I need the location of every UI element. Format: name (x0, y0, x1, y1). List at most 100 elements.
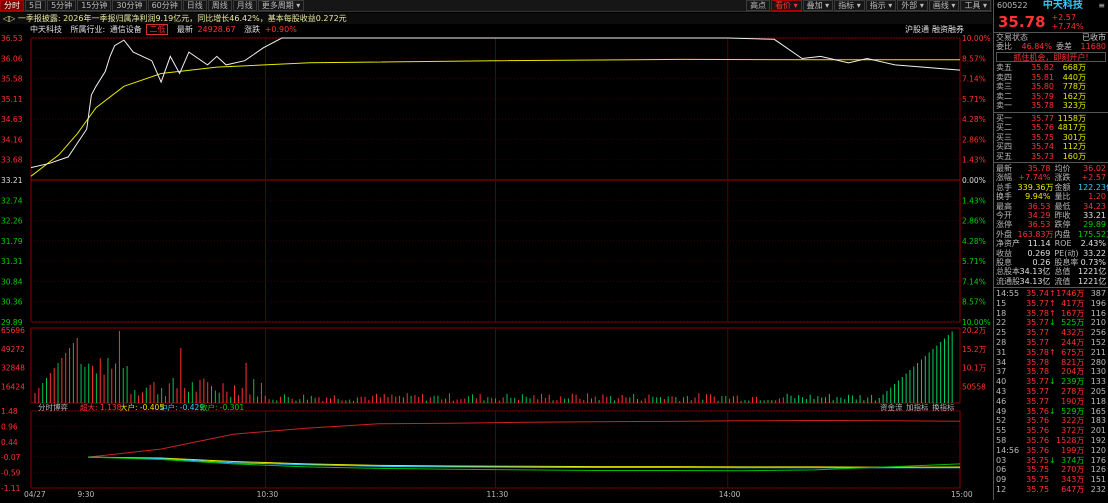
stat-row-cell: 34.29 (1027, 210, 1051, 220)
stat-row-cell: 2.43% (1080, 239, 1106, 249)
open-account-banner[interactable]: 抓住机会，即刻开户! (996, 52, 1106, 62)
stat-row-cell: 34.23 (1083, 201, 1106, 211)
stat-row-cell: +2.57 (1081, 173, 1106, 183)
stat-row-cell: 163.83万 (1017, 229, 1054, 239)
tick-row-cell: 58 (996, 436, 1007, 446)
panel-stock-name[interactable]: 中天科技 (1043, 0, 1083, 12)
ask-row: 卖四 35.81 440万 (994, 73, 1108, 83)
tick-row-cell: 675万 (1061, 347, 1085, 357)
tick-row-cell: 28 (996, 338, 1007, 348)
tick-row: 28 35.77 244万 152 (994, 338, 1108, 348)
tick-row-cell: 278万 (1061, 387, 1085, 397)
price-tick-label: 31.79 (1, 237, 23, 246)
price-tick-label: 35.11 (1, 95, 23, 104)
tick-row: 43 35.77 278万 205 (994, 387, 1108, 397)
pct-tick-label: 8.57% (962, 298, 986, 307)
ask-row-cell: 668万 (1062, 63, 1086, 72)
diff-label: 委差 (1056, 41, 1072, 51)
settings-icon[interactable]: ≡ (1098, 0, 1105, 12)
stat-row-cell: 涨跌 (1054, 173, 1071, 183)
chart-svg[interactable]: 36.53 10.00% 36.06 8.57% 35.58 7.14% 35.11 5.71… (0, 0, 992, 500)
tick-row: 18 35.78 ↑ 167万 116 (994, 309, 1108, 319)
tick-row-cell: 35.74 (1026, 289, 1049, 299)
stat-row: 最新 35.78 均价 36.02 (994, 164, 1108, 173)
tick-row: 14:56 35.76 199万 120 (994, 446, 1108, 456)
ask-row-cell: 440万 (1062, 72, 1086, 82)
bid-row: 买四 35.74 112万 (994, 142, 1108, 152)
trade-status-label: 交易状态 (996, 33, 1028, 42)
time-tick-label: 15:00 (951, 490, 973, 499)
tick-row-cell: 35.75 (1026, 485, 1050, 495)
tick-row-cell: 15 (996, 298, 1007, 308)
bid-row-cell: 35.75 (1031, 132, 1054, 142)
stat-row-cell: 流通股 (996, 276, 1020, 286)
tick-row-cell: 183 (1090, 416, 1107, 426)
tick-row-cell: 387 (1090, 289, 1106, 299)
tick-row-cell: 37 (996, 367, 1007, 377)
stat-row-cell: 涨停 (996, 220, 1012, 230)
tick-row: 49 35.76 ↓ 529万 165 (994, 407, 1108, 417)
tick-row-cell: 126 (1090, 465, 1107, 475)
tick-row-cell: 529万 (1061, 406, 1085, 416)
tick-row-cell: 118 (1090, 396, 1107, 406)
price-change-pct: +7.74% (1051, 22, 1084, 31)
trade-status-row: 交易状态 已收市 (994, 32, 1108, 42)
tick-row-cell: 46 (996, 396, 1007, 406)
tick-row-cell: 116 (1090, 308, 1106, 318)
ask-row: 卖一 35.78 323万 (994, 101, 1108, 111)
stat-row-cell: 0.269 (1027, 248, 1051, 258)
tick-row-cell: 647万 (1061, 485, 1085, 495)
stat-row-cell: 流值 (1054, 276, 1071, 286)
tick-row-cell: 192 (1090, 436, 1107, 446)
stat-row-cell: 29.89 (1083, 220, 1106, 230)
tick-row: 31 35.78 ↑ 675万 211 (994, 348, 1108, 358)
indicator-title: 分时博弈 (38, 402, 68, 412)
ask-row-cell: 卖一 (996, 101, 1012, 110)
tick-row-cell: 49 (996, 406, 1007, 416)
stat-row-cell: PE(动) (1054, 248, 1079, 258)
ask-row: 卖三 35.80 778万 (994, 82, 1108, 92)
tick-row-cell: 52 (996, 416, 1007, 426)
stat-row-cell: 0.73% (1080, 257, 1106, 267)
indicator-tick-label: -0.59 (1, 469, 21, 478)
tick-row-cell: 204万 (1061, 367, 1085, 377)
bid-row-cell: 买二 (996, 123, 1012, 132)
tick-row-cell: 205 (1090, 387, 1107, 397)
pct-tick-label: 4.28% (962, 115, 986, 124)
stat-row: 总手 339.36万金额 122.23亿 (994, 183, 1108, 192)
tick-row-cell: 25 (996, 328, 1007, 338)
tick-row: 58 35.76 1528万 192 (994, 436, 1108, 446)
stat-row-cell: 今开 (996, 210, 1012, 220)
tick-row-cell: 152 (1090, 338, 1107, 348)
ask-row-cell: 35.78 (1031, 101, 1054, 110)
tick-row-cell: 821万 (1061, 357, 1085, 367)
order-ratio-row: 委比 46.84% 委差 11680 (994, 42, 1108, 52)
tick-row-cell: 525万 (1061, 318, 1085, 328)
pct-tick-label: 8.57% (962, 54, 986, 63)
intraday-chart[interactable]: 36.53 10.00% 36.06 8.57% 35.58 7.14% 35.11 5.71… (0, 0, 992, 500)
price-tick-label: 36.53 (1, 34, 23, 43)
time-tick-label: 10:30 (257, 490, 279, 499)
tick-row-cell: 120 (1090, 445, 1107, 455)
tick-row-cell: 133 (1090, 377, 1106, 387)
stat-row-cell: 股息 (996, 257, 1012, 267)
stat-row-cell: 1221亿 (1078, 267, 1107, 277)
tick-row-cell: 130 (1090, 367, 1107, 377)
volume-tick-label: 32848 (1, 364, 25, 373)
ask-row-cell: 卖五 (996, 63, 1012, 72)
bid-row: 买一 35.77 1158万 (994, 114, 1108, 124)
tick-row: 03 35.75 ↓ 374万 176 (994, 456, 1108, 466)
tick-row-cell: 322万 (1061, 416, 1085, 426)
pct-tick-label: 5.71% (962, 95, 986, 104)
price-tick-label: 31.31 (1, 257, 23, 266)
bid-row-cell: 买五 (996, 151, 1012, 161)
stat-row-cell: 股息率 (1054, 257, 1079, 267)
volume-tick-label-right: 50558 (962, 382, 986, 391)
bid-list: 买一 35.77 1158万 买二 35.76 4817万 买三 35.75 301万 买四 35.… (994, 114, 1108, 162)
tick-row-cell: 35.77 (1026, 318, 1049, 328)
tick-row-cell: 372万 (1061, 426, 1085, 436)
volume-tick-label: 49272 (1, 345, 25, 354)
tick-list[interactable]: 14:55 35.74 ↑ 1746万 387 15 35.77 ↑ 417万 196 18 35.7… (994, 289, 1108, 495)
stat-row-cell: 总手 (996, 182, 1012, 192)
tick-row-cell: 343万 (1061, 475, 1085, 485)
